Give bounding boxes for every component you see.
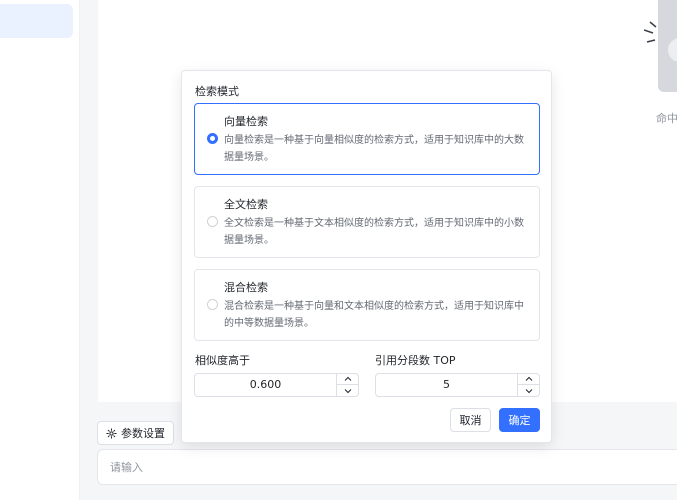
option-description: 全文检索是一种基于文本相似度的检索方式，适用于知识库中的小数据量场景。 (224, 218, 524, 246)
top-n-increase-button[interactable] (518, 374, 539, 385)
chevron-up-icon (525, 376, 532, 381)
param-settings-label: 参数设置 (121, 427, 165, 440)
option-description: 向量检索是一种基于向量相似度的检索方式，适用于知识库中的大数据量场景。 (224, 135, 524, 163)
retrieval-mode-title: 检索模式 (195, 85, 239, 98)
similarity-label: 相似度高于 (195, 354, 250, 367)
empty-state-illustration: ? (643, 0, 677, 100)
cancel-button[interactable]: 取消 (450, 408, 491, 432)
option-vector-search[interactable]: 向量检索 向量检索是一种基于向量相似度的检索方式，适用于知识库中的大数据量场景。 (194, 103, 540, 175)
radio-hybrid-search[interactable] (207, 299, 218, 310)
similarity-value[interactable]: 0.600 (195, 374, 336, 396)
left-sidebar (0, 0, 80, 500)
similarity-increase-button[interactable] (337, 374, 358, 385)
top-n-value[interactable]: 5 (376, 374, 517, 396)
chevron-down-icon (525, 388, 532, 393)
option-title: 全文检索 (224, 198, 268, 211)
option-title: 向量检索 (224, 115, 268, 128)
similarity-input[interactable]: 0.600 (194, 373, 359, 397)
param-settings-button[interactable]: 参数设置 (97, 421, 174, 445)
sidebar-active-item[interactable] (0, 4, 73, 38)
retrieval-settings-popover: 检索模式 向量检索 向量检索是一种基于向量相似度的检索方式，适用于知识库中的大数… (181, 70, 552, 443)
top-n-decrease-button[interactable] (518, 385, 539, 396)
option-description: 混合检索是一种基于向量和文本相似度的检索方式，适用于知识库中的中等数据量场景。 (224, 301, 524, 329)
chevron-down-icon (344, 388, 351, 393)
top-n-label: 引用分段数 TOP (375, 354, 456, 367)
chevron-up-icon (344, 376, 351, 381)
gear-icon (106, 427, 117, 439)
confirm-button[interactable]: 确定 (499, 408, 540, 432)
similarity-stepper (336, 374, 358, 396)
top-n-stepper (517, 374, 539, 396)
empty-state-text: 命中 (656, 112, 677, 125)
option-hybrid-search[interactable]: 混合检索 混合检索是一种基于向量和文本相似度的检索方式，适用于知识库中的中等数据… (194, 269, 540, 341)
option-title: 混合检索 (224, 281, 268, 294)
radio-fulltext-search[interactable] (207, 216, 218, 227)
radio-vector-search[interactable] (207, 133, 218, 144)
similarity-decrease-button[interactable] (337, 385, 358, 396)
chat-input[interactable] (97, 449, 677, 485)
top-n-input[interactable]: 5 (375, 373, 540, 397)
option-fulltext-search[interactable]: 全文检索 全文检索是一种基于文本相似度的检索方式，适用于知识库中的小数据量场景。 (194, 186, 540, 258)
